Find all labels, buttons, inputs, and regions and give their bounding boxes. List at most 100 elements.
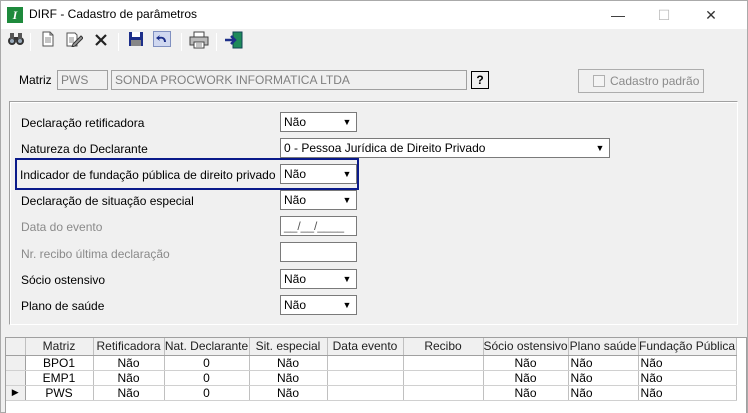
- plano-saude-value: Não: [284, 298, 307, 312]
- window-title: DIRF - Cadastro de parâmetros: [29, 7, 198, 21]
- cell-data-evento[interactable]: [327, 355, 404, 371]
- print-icon[interactable]: [188, 31, 210, 53]
- cell-plano-saude[interactable]: Não: [568, 355, 639, 371]
- cell-retificadora[interactable]: Não: [93, 355, 165, 371]
- data-evento-label: Data do evento: [21, 220, 103, 234]
- close-button[interactable]: ✕: [688, 1, 734, 29]
- col-recibo[interactable]: Recibo: [403, 338, 484, 356]
- form-panel: [9, 101, 738, 325]
- cell-retificadora[interactable]: Não: [93, 385, 165, 401]
- dirf-window: I DIRF - Cadastro de parâmetros — ☐ ✕ Ma…: [0, 0, 748, 413]
- natureza-declarante-value: 0 - Pessoa Jurídica de Direito Privado: [284, 141, 486, 155]
- parametros-grid[interactable]: Matriz Retificadora Nat. Declarante Sit.…: [5, 337, 747, 413]
- cell-data-evento[interactable]: [327, 370, 404, 386]
- cell-nat-declarante[interactable]: 0: [164, 370, 250, 386]
- cell-matriz[interactable]: EMP1: [25, 370, 94, 386]
- cadastro-padrao-checkbox: [593, 75, 605, 87]
- cell-retificadora[interactable]: Não: [93, 370, 165, 386]
- toolbar-separator: [181, 33, 182, 51]
- col-socio-ostensivo[interactable]: Sócio ostensivo: [483, 338, 569, 356]
- nr-recibo-label: Nr. recibo última declaração: [21, 247, 170, 261]
- toolbar: [1, 29, 747, 55]
- nr-recibo-input[interactable]: [280, 242, 357, 262]
- edit-icon[interactable]: [63, 31, 85, 53]
- chevron-down-icon[interactable]: ▼: [339, 192, 355, 208]
- cell-nat-declarante[interactable]: 0: [164, 355, 250, 371]
- data-evento-input[interactable]: __/__/____: [280, 216, 357, 236]
- declaracao-retificadora-value: Não: [284, 115, 307, 129]
- save-icon[interactable]: [125, 31, 147, 53]
- cell-data-evento[interactable]: [327, 385, 404, 401]
- grid-header-row: Matriz Retificadora Nat. Declarante Sit.…: [6, 338, 737, 356]
- declaracao-situacao-value: Não: [284, 193, 307, 207]
- col-matriz[interactable]: Matriz: [25, 338, 94, 356]
- cell-fundacao-publica[interactable]: Não: [638, 355, 737, 371]
- exit-icon[interactable]: [223, 31, 245, 53]
- row-indicator[interactable]: [6, 355, 26, 371]
- cell-matriz[interactable]: PWS: [25, 385, 94, 401]
- col-sit-especial[interactable]: Sit. especial: [249, 338, 328, 356]
- current-row-indicator[interactable]: ▶: [6, 385, 26, 401]
- declaracao-situacao-label: Declaração de situação especial: [21, 194, 194, 208]
- cell-fundacao-publica[interactable]: Não: [638, 385, 737, 401]
- cell-nat-declarante[interactable]: 0: [164, 385, 250, 401]
- col-nat-declarante[interactable]: Nat. Declarante: [164, 338, 250, 356]
- toolbar-separator: [118, 33, 119, 51]
- table-row[interactable]: BPO1 Não 0 Não Não Não Não: [6, 355, 737, 371]
- col-data-evento[interactable]: Data evento: [327, 338, 404, 356]
- declaracao-retificadora-select[interactable]: Não ▼: [280, 112, 357, 132]
- chevron-down-icon[interactable]: ▼: [339, 271, 355, 287]
- cell-socio-ostensivo[interactable]: Não: [483, 370, 569, 386]
- col-plano-saude[interactable]: Plano saúde: [568, 338, 639, 356]
- cell-socio-ostensivo[interactable]: Não: [483, 355, 569, 371]
- plano-saude-label: Plano de saúde: [21, 299, 105, 313]
- indicador-fundacao-value: Não: [284, 167, 307, 181]
- chevron-down-icon[interactable]: ▼: [339, 166, 355, 182]
- matriz-code-field[interactable]: PWS: [57, 70, 108, 90]
- row-indicator[interactable]: [6, 370, 26, 386]
- cell-sit-especial[interactable]: Não: [249, 355, 328, 371]
- socio-ostensivo-select[interactable]: Não ▼: [280, 269, 357, 289]
- table-row[interactable]: EMP1 Não 0 Não Não Não Não: [6, 370, 737, 386]
- minimize-button[interactable]: —: [595, 1, 641, 29]
- cell-sit-especial[interactable]: Não: [249, 385, 328, 401]
- matriz-name-field[interactable]: SONDA PROCWORK INFORMATICA LTDA: [111, 70, 467, 90]
- col-retificadora[interactable]: Retificadora: [93, 338, 165, 356]
- chevron-down-icon[interactable]: ▼: [339, 297, 355, 313]
- binoculars-icon[interactable]: [5, 31, 27, 53]
- undo-icon[interactable]: [151, 31, 173, 53]
- indicador-fundacao-select[interactable]: Não ▼: [280, 164, 357, 184]
- declaracao-retificadora-label: Declaração retificadora: [21, 116, 145, 130]
- chevron-down-icon[interactable]: ▼: [339, 114, 355, 130]
- indicador-fundacao-label: Indicador de fundação pública de direito…: [20, 168, 276, 182]
- title-bar: I DIRF - Cadastro de parâmetros — ☐ ✕: [1, 1, 747, 29]
- declaracao-situacao-select[interactable]: Não ▼: [280, 190, 357, 210]
- parametros-table: Matriz Retificadora Nat. Declarante Sit.…: [6, 338, 737, 401]
- cadastro-padrao-label: Cadastro padrão: [610, 74, 700, 88]
- col-fundacao-publica[interactable]: Fundação Pública: [638, 338, 737, 356]
- cell-sit-especial[interactable]: Não: [249, 370, 328, 386]
- cell-matriz[interactable]: BPO1: [25, 355, 94, 371]
- matriz-lookup-button[interactable]: ?: [471, 71, 489, 89]
- cell-socio-ostensivo[interactable]: Não: [483, 385, 569, 401]
- cell-plano-saude[interactable]: Não: [568, 370, 639, 386]
- table-row[interactable]: ▶ PWS Não 0 Não Não Não Não: [6, 385, 737, 401]
- toolbar-separator: [216, 33, 217, 51]
- maximize-button[interactable]: ☐: [641, 1, 687, 29]
- plano-saude-select[interactable]: Não ▼: [280, 295, 357, 315]
- new-document-icon[interactable]: [37, 31, 59, 53]
- cell-recibo[interactable]: [403, 385, 484, 401]
- socio-ostensivo-value: Não: [284, 272, 307, 286]
- delete-icon[interactable]: [90, 31, 112, 53]
- cadastro-padrao-button: Cadastro padrão: [578, 69, 704, 93]
- cell-fundacao-publica[interactable]: Não: [638, 370, 737, 386]
- cell-recibo[interactable]: [403, 370, 484, 386]
- socio-ostensivo-label: Sócio ostensivo: [21, 273, 106, 287]
- cell-plano-saude[interactable]: Não: [568, 385, 639, 401]
- app-icon: I: [7, 7, 23, 23]
- natureza-declarante-select[interactable]: 0 - Pessoa Jurídica de Direito Privado ▼: [280, 138, 610, 158]
- cell-recibo[interactable]: [403, 355, 484, 371]
- matriz-label: Matriz: [19, 73, 52, 87]
- chevron-down-icon[interactable]: ▼: [592, 140, 608, 156]
- natureza-declarante-label: Natureza do Declarante: [21, 142, 148, 156]
